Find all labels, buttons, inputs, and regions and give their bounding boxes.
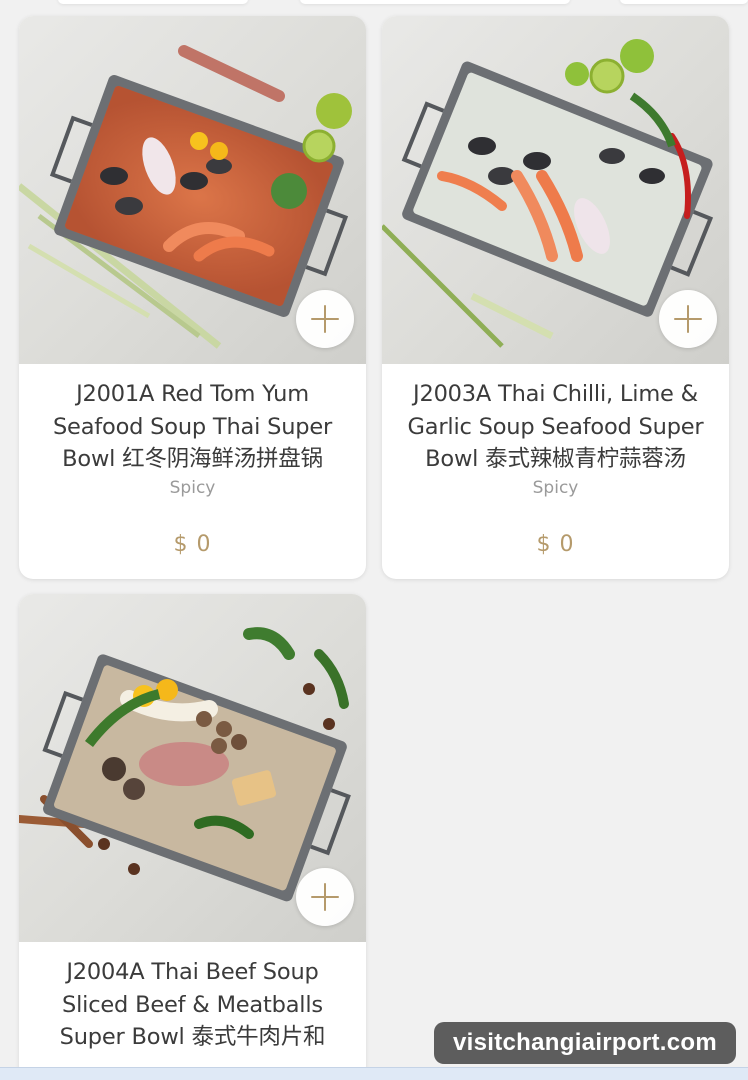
site-watermark: visitchangiairport.com	[434, 1022, 736, 1064]
menu-card[interactable]: J2001A Red Tom Yum Seafood Soup Thai Sup…	[19, 16, 366, 579]
add-to-cart-button[interactable]	[659, 290, 717, 348]
bottom-bar	[0, 1067, 748, 1080]
menu-card[interactable]: J2004A Thai Beef Soup Sliced Beef & Meat…	[19, 594, 366, 1080]
item-price: $ 0	[536, 532, 575, 557]
item-tag: Spicy	[532, 478, 579, 498]
item-title: J2004A Thai Beef Soup Sliced Beef & Meat…	[59, 959, 326, 1050]
food-photo	[19, 16, 366, 364]
previous-cards-edge	[0, 0, 748, 8]
food-photo	[19, 594, 366, 942]
food-photo	[382, 16, 729, 364]
item-price: $ 0	[173, 532, 212, 557]
menu-card[interactable]: J2003A Thai Chilli, Lime & Garlic Soup S…	[382, 16, 729, 579]
item-title: J2001A Red Tom Yum Seafood Soup Thai Sup…	[52, 381, 333, 472]
add-to-cart-button[interactable]	[296, 868, 354, 926]
item-tag: Spicy	[169, 478, 216, 498]
add-to-cart-button[interactable]	[296, 290, 354, 348]
item-title: J2003A Thai Chilli, Lime & Garlic Soup S…	[407, 381, 704, 472]
